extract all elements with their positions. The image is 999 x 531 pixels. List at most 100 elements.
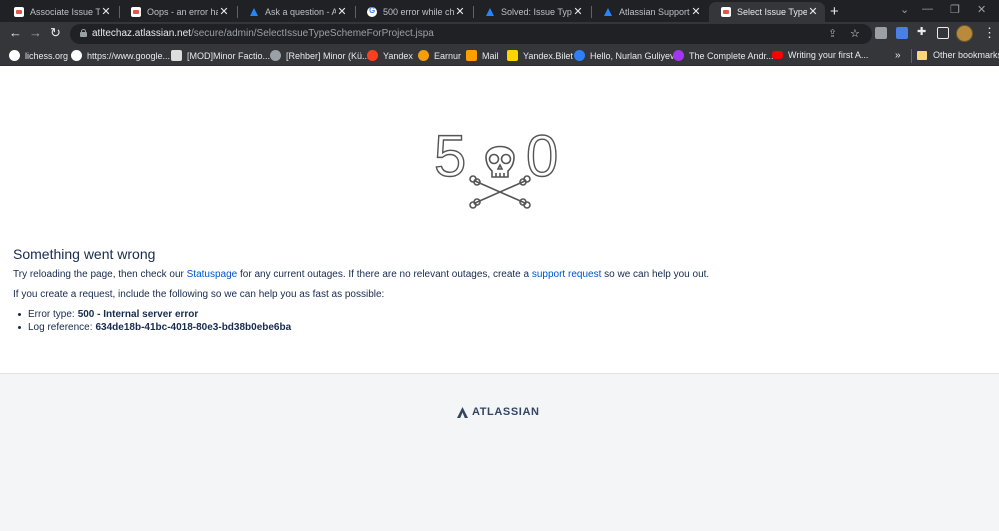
error-type-item: Error type: 500 - Internal server error	[13, 308, 291, 321]
translate-extension-icon[interactable]	[896, 27, 908, 39]
address-bar[interactable]: atltechaz.atlassian.net/secure/admin/Sel…	[70, 24, 872, 44]
skull-icon	[485, 145, 515, 178]
tab-associate-issue-type[interactable]: Associate Issue Type S ✕	[2, 2, 118, 22]
bookmark-label: Mail	[482, 50, 499, 61]
url-text[interactable]: atltechaz.atlassian.net/secure/admin/Sel…	[92, 28, 434, 39]
side-panel-icon[interactable]	[937, 27, 949, 39]
tab-title: Oops - an error has o	[147, 7, 218, 17]
bookmark-writing-first[interactable]: Writing your first A...	[772, 50, 868, 60]
menu-kebab-icon[interactable]: ⋮	[983, 25, 996, 41]
share-icon[interactable]: ⇪	[828, 27, 837, 40]
close-icon[interactable]: ✕	[218, 6, 230, 18]
bookmark-label: The Complete Andr...	[689, 50, 774, 61]
bookmark-mail[interactable]: Mail	[466, 50, 499, 61]
tab-title: 500 error while chang	[383, 7, 454, 17]
error-details-list: Error type: 500 - Internal server error L…	[13, 308, 291, 334]
bookmark-label: Writing your first A...	[788, 50, 869, 60]
atlassian-logo-icon	[457, 406, 468, 418]
bookmark-rehber-minor[interactable]: [Rehber] Minor (Kü...	[270, 50, 370, 61]
close-icon[interactable]: ✕	[454, 6, 466, 18]
close-icon[interactable]: ✕	[690, 6, 702, 18]
google-icon	[367, 6, 377, 17]
bookmark-star-icon[interactable]: ☆	[850, 27, 860, 40]
clover-icon	[574, 50, 585, 61]
bookmark-mod-minor-faction[interactable]: [MOD]Minor Factio...	[171, 50, 270, 61]
other-bookmarks-folder[interactable]: Other bookmarks	[917, 50, 999, 60]
bookmark-google[interactable]: https://www.google...	[71, 50, 170, 61]
bookmark-label: Earnur	[434, 50, 462, 61]
bookmarks-bar: lichess.org https://www.google... [MOD]M…	[0, 46, 999, 66]
bookmark-complete-android[interactable]: The Complete Andr...	[673, 50, 774, 61]
back-arrow-icon[interactable]: ←	[9, 26, 22, 40]
close-icon[interactable]: ✕	[572, 6, 584, 18]
bookmark-yandex-bilet[interactable]: Yandex.Bilet	[507, 50, 573, 61]
reload-icon[interactable]: ↻	[50, 26, 61, 40]
close-icon[interactable]: ✕	[336, 6, 348, 18]
atlassian-icon	[485, 7, 495, 17]
bookmark-label: [Rehber] Minor (Kü...	[286, 50, 370, 61]
atlassian-icon	[249, 7, 259, 17]
bookmark-yandex[interactable]: Yandex	[367, 50, 413, 61]
tab-title: Associate Issue Type S	[30, 7, 100, 17]
instructions-text: for any current outages. If there are no…	[237, 269, 532, 280]
youtube-icon	[772, 51, 783, 59]
jira-icon	[131, 7, 141, 17]
bookmark-label: lichess.org	[25, 50, 69, 61]
log-reference-value: 634de18b-41bc-4018-80e3-bd38b0ebe6ba	[95, 322, 292, 333]
bookmark-earnur[interactable]: Earnur	[418, 50, 461, 61]
url-path: /secure/admin/SelectIssueTypeSchemeForPr…	[190, 28, 434, 39]
atlassian-icon	[603, 7, 613, 17]
reload-instructions: Try reloading the page, then check our S…	[13, 269, 709, 280]
request-instructions: If you create a request, include the fol…	[13, 289, 385, 300]
statuspage-link[interactable]: Statuspage	[187, 269, 238, 280]
tab-title: Ask a question - Atla	[265, 7, 336, 17]
bookmark-hello-nurlan[interactable]: Hello, Nurlan Guliyev	[574, 50, 675, 61]
other-bookmarks-label: Other bookmarks	[933, 50, 999, 60]
support-request-link[interactable]: support request	[532, 269, 602, 280]
earnur-icon	[418, 50, 429, 61]
tab-solved-issue-type[interactable]: Solved: Issue Type Sc ✕	[473, 2, 590, 22]
jira-icon	[14, 7, 24, 17]
tab-oops-error[interactable]: Oops - an error has o ✕	[119, 2, 236, 22]
lock-icon	[80, 29, 87, 37]
browser-toolbar: ← → ↻ atltechaz.atlassian.net/secure/adm…	[0, 22, 999, 46]
restore-icon[interactable]: ❐	[950, 3, 960, 16]
google-icon	[71, 50, 82, 61]
error-code-left-digit: 5	[434, 124, 466, 189]
mail-icon	[466, 50, 477, 61]
atlassian-logo[interactable]: ATLASSIAN	[457, 406, 540, 418]
close-icon[interactable]: ✕	[807, 6, 819, 18]
bird-icon	[171, 50, 182, 61]
extension-icon[interactable]	[875, 27, 887, 39]
instructions-text: Try reloading the page, then check our	[13, 269, 187, 280]
minimize-icon[interactable]: —	[922, 3, 933, 15]
skull-500-illustration: 5 0	[433, 123, 559, 209]
forward-arrow-icon[interactable]: →	[29, 26, 42, 40]
bookmark-lichess[interactable]: lichess.org	[9, 50, 68, 61]
error-code-right-digit: 0	[526, 124, 558, 189]
bookmarks-separator	[911, 49, 912, 63]
error-page: 5 0 Something went wrong Try reloading t…	[0, 66, 999, 531]
log-reference-label: Log reference:	[28, 322, 93, 333]
puzzle-icon[interactable]: ✚	[917, 25, 929, 38]
browser-tab-strip: Associate Issue Type S ✕ Oops - an error…	[0, 0, 999, 22]
close-window-icon[interactable]: ✕	[977, 3, 986, 16]
avatar[interactable]	[956, 25, 973, 42]
tab-500-error-google[interactable]: 500 error while chang ✕	[355, 2, 472, 22]
tab-title: Atlassian Support	[619, 7, 690, 17]
tab-search-icon[interactable]: ⌄	[900, 3, 909, 16]
crossbones-icon	[469, 175, 531, 209]
globe-icon	[270, 50, 281, 61]
yandex-icon	[367, 50, 378, 61]
bookmark-label: Yandex	[383, 50, 413, 61]
tab-atlassian-support[interactable]: Atlassian Support ✕	[591, 2, 708, 22]
tab-select-issue-type-scheme[interactable]: Select Issue Type Sch ✕	[709, 2, 825, 22]
close-icon[interactable]: ✕	[100, 6, 112, 18]
instructions-text: so we can help you out.	[601, 269, 710, 280]
tab-ask-a-question[interactable]: Ask a question - Atla ✕	[237, 2, 354, 22]
lichess-icon	[9, 50, 20, 61]
url-host: atltechaz.atlassian.net	[92, 28, 191, 39]
bookmarks-overflow-button[interactable]: »	[895, 50, 901, 61]
new-tab-button[interactable]: +	[830, 3, 839, 20]
tab-title: Select Issue Type Sch	[737, 7, 807, 17]
